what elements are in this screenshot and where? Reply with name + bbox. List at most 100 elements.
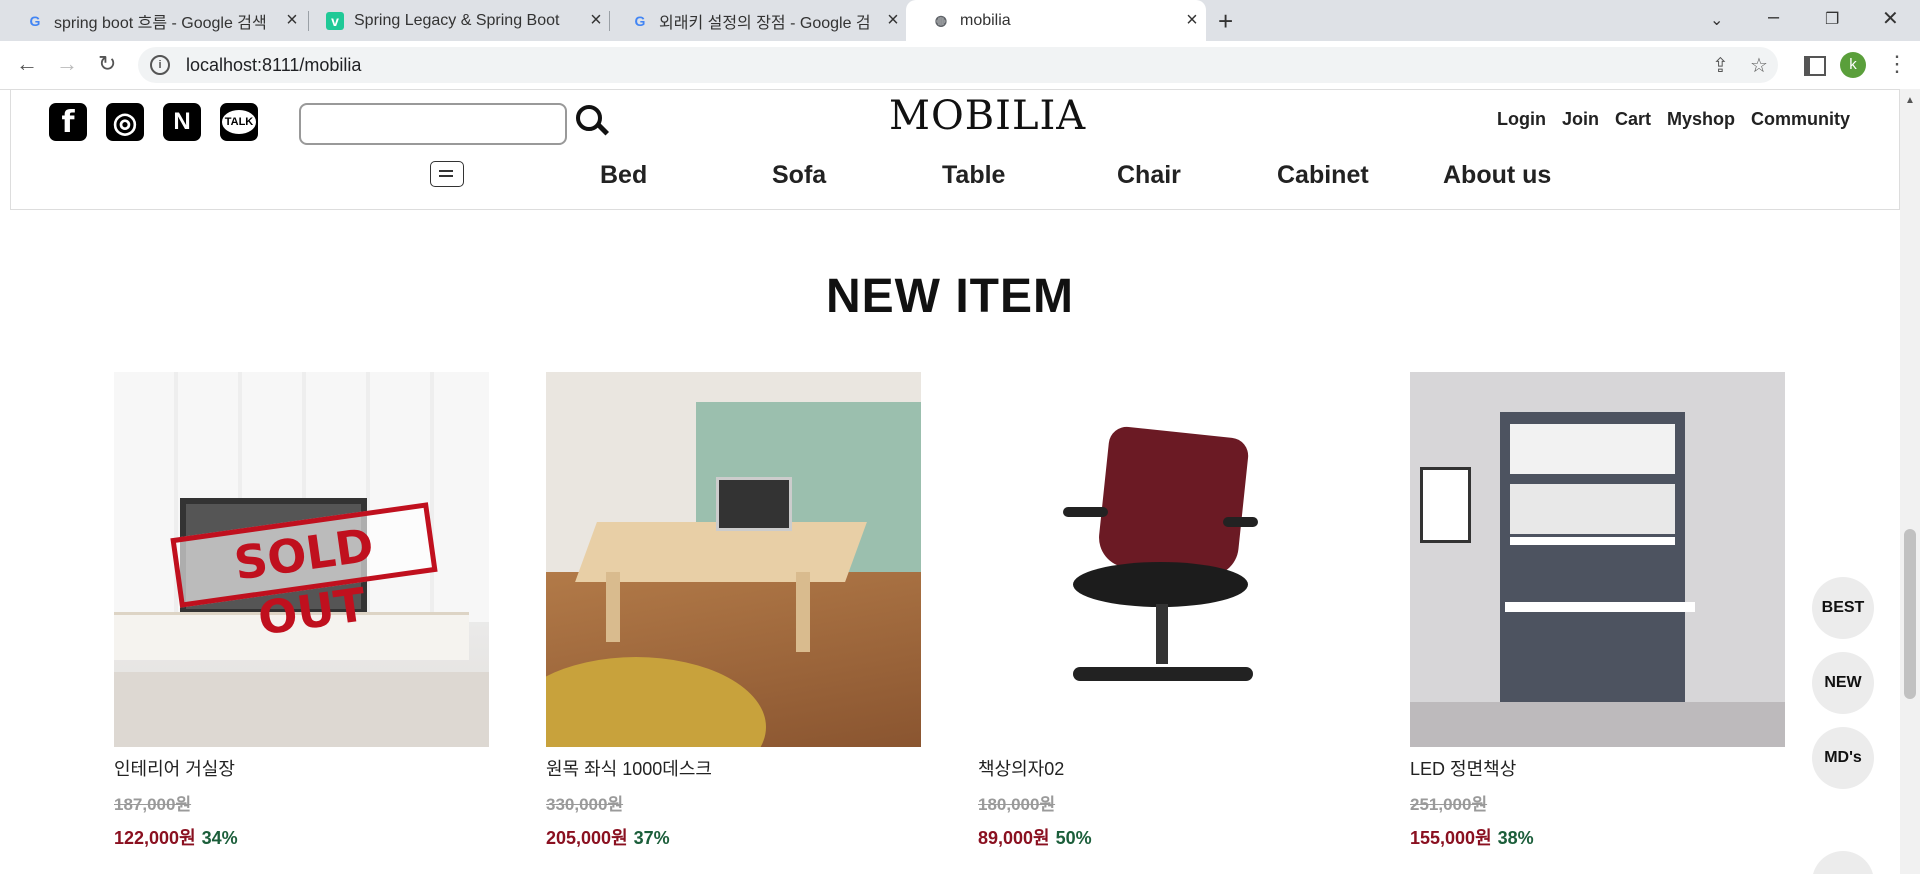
tab-title: mobilia bbox=[960, 11, 1011, 29]
browser-tab-3[interactable]: G 외래키 설정의 장점 - Google 검 × bbox=[605, 0, 907, 41]
product-image-led-desk[interactable] bbox=[1410, 372, 1785, 747]
menu-line bbox=[439, 170, 453, 172]
product-image-office-chair[interactable] bbox=[978, 372, 1353, 747]
float-extra-button[interactable] bbox=[1812, 851, 1874, 874]
back-button[interactable]: ← bbox=[16, 51, 38, 77]
browser-tab-strip: G spring boot 흐름 - Google 검색 × v Spring … bbox=[0, 0, 1920, 41]
forward-button[interactable]: → bbox=[56, 51, 78, 77]
kakaotalk-icon[interactable]: TALK bbox=[220, 103, 258, 141]
shelf-compartment bbox=[1510, 424, 1675, 474]
product-name[interactable]: 인테리어 거실장 bbox=[114, 755, 489, 781]
reload-button[interactable]: ↻ bbox=[98, 51, 116, 77]
share-icon[interactable]: ⇪ bbox=[1712, 53, 1729, 78]
desk-light-bar bbox=[1510, 537, 1675, 545]
product-card[interactable]: 책상의자02 180,000원 89,000원 50% bbox=[978, 372, 1353, 850]
chair-arm bbox=[1223, 517, 1258, 527]
nav-cabinet[interactable]: Cabinet bbox=[1277, 161, 1369, 190]
rug bbox=[114, 672, 489, 747]
sale-row: 122,000원 34% bbox=[114, 824, 489, 850]
sale-price: 155,000원 bbox=[1410, 828, 1492, 848]
discount-rate: 38% bbox=[1497, 828, 1534, 848]
scroll-up-arrow[interactable]: ▲ bbox=[1905, 95, 1915, 106]
kakaotalk-label: TALK bbox=[221, 110, 257, 134]
product-name[interactable]: 원목 좌식 1000데스크 bbox=[546, 755, 921, 781]
minimize-button[interactable]: – bbox=[1768, 6, 1779, 29]
sale-row: 89,000원 50% bbox=[978, 824, 1353, 850]
omnibox[interactable]: i localhost:8111/mobilia ⇪ ☆ bbox=[138, 47, 1778, 83]
close-icon[interactable]: × bbox=[879, 9, 907, 32]
desk-top bbox=[1505, 602, 1695, 612]
browser-tab-1[interactable]: G spring boot 흐름 - Google 검색 × bbox=[0, 0, 306, 41]
address-bar-row: ← → ↻ i localhost:8111/mobilia ⇪ ☆ k ⋮ bbox=[0, 41, 1920, 90]
globe-icon: ◍ bbox=[934, 12, 948, 28]
sale-row: 155,000원 38% bbox=[1410, 824, 1785, 850]
menu-line bbox=[439, 175, 453, 177]
product-card[interactable]: SOLD OUT 인테리어 거실장 187,000원 122,000원 34% bbox=[114, 372, 489, 850]
original-price: 180,000원 bbox=[978, 795, 1056, 814]
menu-kebab-icon[interactable]: ⋮ bbox=[1886, 51, 1908, 77]
floor bbox=[1410, 702, 1785, 747]
product-name[interactable]: 책상의자02 bbox=[978, 755, 1353, 781]
float-mds-button[interactable]: MD's bbox=[1812, 727, 1874, 789]
section-title: NEW ITEM bbox=[826, 270, 1074, 323]
shelf-compartment bbox=[1510, 484, 1675, 534]
facebook-icon[interactable]: f bbox=[49, 103, 87, 141]
original-price: 251,000원 bbox=[1410, 795, 1488, 814]
nav-bed[interactable]: Bed bbox=[600, 161, 647, 190]
tab-search-icon[interactable]: ⌄ bbox=[1710, 10, 1723, 30]
product-image-low-desk[interactable] bbox=[546, 372, 921, 747]
product-name[interactable]: LED 정면책상 bbox=[1410, 755, 1785, 781]
restore-button[interactable]: ❐ bbox=[1825, 9, 1839, 29]
product-card[interactable]: LED 정면책상 251,000원 155,000원 38% bbox=[1410, 372, 1785, 850]
sale-row: 205,000원 37% bbox=[546, 824, 921, 850]
naver-icon[interactable]: N bbox=[163, 103, 201, 141]
float-best-button[interactable]: BEST bbox=[1812, 577, 1874, 639]
window-close-button[interactable]: ✕ bbox=[1882, 6, 1899, 31]
login-link[interactable]: Login bbox=[1497, 109, 1546, 130]
google-icon: G bbox=[634, 12, 646, 29]
close-icon[interactable]: × bbox=[1178, 9, 1206, 32]
cart-link[interactable]: Cart bbox=[1615, 109, 1651, 130]
original-price: 187,000원 bbox=[114, 795, 192, 814]
original-price: 330,000원 bbox=[546, 795, 624, 814]
search-input[interactable] bbox=[299, 103, 567, 145]
nav-about-us[interactable]: About us bbox=[1443, 161, 1551, 190]
tab-title: spring boot 흐름 - Google 검색 bbox=[54, 14, 267, 32]
laptop bbox=[716, 477, 792, 531]
tab-title: Spring Legacy & Spring Boot bbox=[354, 11, 560, 29]
desk-leg bbox=[606, 572, 620, 642]
sale-price: 89,000원 bbox=[978, 828, 1050, 848]
bookmark-star-icon[interactable]: ☆ bbox=[1750, 53, 1768, 78]
sale-price: 122,000원 bbox=[114, 828, 196, 848]
nav-sofa[interactable]: Sofa bbox=[772, 161, 826, 190]
menu-toggle-button[interactable] bbox=[430, 161, 464, 187]
desk-leg bbox=[796, 572, 810, 652]
myshop-link[interactable]: Myshop bbox=[1667, 109, 1735, 130]
profile-avatar[interactable]: k bbox=[1840, 52, 1866, 78]
product-image-tv-stand[interactable]: SOLD OUT bbox=[114, 372, 489, 747]
product-card[interactable]: 원목 좌식 1000데스크 330,000원 205,000원 37% bbox=[546, 372, 921, 850]
google-icon: G bbox=[29, 12, 41, 29]
join-link[interactable]: Join bbox=[1562, 109, 1599, 130]
url-text: localhost:8111/mobilia bbox=[186, 54, 362, 75]
wall-poster bbox=[1420, 467, 1471, 543]
page-scrollbar[interactable]: ▲ bbox=[1900, 89, 1920, 874]
site-info-icon[interactable]: i bbox=[150, 55, 170, 75]
instagram-icon[interactable]: ◎ bbox=[106, 103, 144, 141]
side-panel-icon[interactable] bbox=[1804, 56, 1826, 76]
discount-rate: 50% bbox=[1055, 828, 1092, 848]
new-tab-button[interactable]: + bbox=[1218, 6, 1233, 37]
chair-base bbox=[1073, 667, 1253, 681]
nav-table[interactable]: Table bbox=[942, 161, 1005, 190]
community-link[interactable]: Community bbox=[1751, 109, 1850, 130]
scrollbar-thumb[interactable] bbox=[1904, 529, 1916, 699]
nav-chair[interactable]: Chair bbox=[1117, 161, 1181, 190]
site-logo[interactable]: MOBILIA bbox=[889, 93, 1086, 139]
chair-back bbox=[1096, 425, 1250, 579]
chair-seat bbox=[1073, 562, 1248, 607]
page-viewport: f ◎ N TALK MOBILIA Login Join Cart Mysho… bbox=[0, 89, 1900, 874]
search-icon[interactable] bbox=[576, 105, 602, 131]
float-new-button[interactable]: NEW bbox=[1812, 652, 1874, 714]
browser-tab-active[interactable]: ◍ mobilia × bbox=[906, 0, 1206, 41]
browser-tab-2[interactable]: v Spring Legacy & Spring Boot × bbox=[300, 0, 610, 41]
